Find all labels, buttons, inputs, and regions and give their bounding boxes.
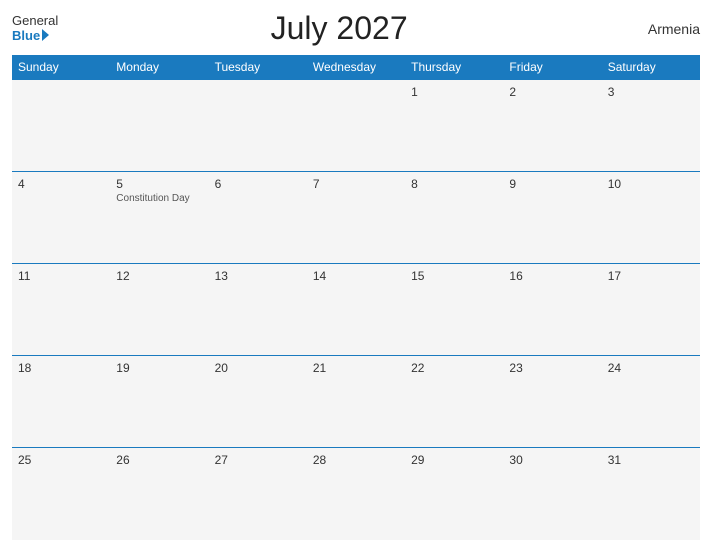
day-number: 24 — [608, 361, 694, 375]
calendar-cell: 26 — [110, 448, 208, 540]
header-monday: Monday — [110, 55, 208, 80]
logo: General Blue — [12, 14, 58, 43]
calendar-cell: 8 — [405, 172, 503, 264]
calendar-container: General Blue July 2027 Armenia Sunday Mo… — [0, 0, 712, 550]
day-number: 1 — [411, 85, 497, 99]
header-thursday: Thursday — [405, 55, 503, 80]
days-header-row: Sunday Monday Tuesday Wednesday Thursday… — [12, 55, 700, 80]
day-number: 16 — [509, 269, 595, 283]
day-number: 23 — [509, 361, 595, 375]
day-number: 13 — [215, 269, 301, 283]
calendar-cell: 27 — [209, 448, 307, 540]
header-friday: Friday — [503, 55, 601, 80]
calendar-week-2: 45 Constitution Day 6789 10 — [12, 172, 700, 264]
calendar-cell: 20 — [209, 356, 307, 448]
calendar-cell: 11 — [12, 264, 110, 356]
calendar-week-5: 25 26 27 28 29 30 31 — [12, 448, 700, 540]
calendar-cell: 19 — [110, 356, 208, 448]
day-number: 25 — [18, 453, 104, 467]
day-number: 30 — [509, 453, 595, 467]
calendar-table: Sunday Monday Tuesday Wednesday Thursday… — [12, 55, 700, 540]
calendar-cell: 18 — [12, 356, 110, 448]
calendar-cell: 12 — [110, 264, 208, 356]
day-number: 12 — [116, 269, 202, 283]
day-number: 28 — [313, 453, 399, 467]
day-number: 22 — [411, 361, 497, 375]
day-number: 14 — [313, 269, 399, 283]
calendar-cell: 7 — [307, 172, 405, 264]
day-number: 17 — [608, 269, 694, 283]
calendar-cell: 2 — [503, 80, 601, 172]
day-number: 15 — [411, 269, 497, 283]
day-number: 31 — [608, 453, 694, 467]
calendar-cell: 16 — [503, 264, 601, 356]
day-number: 5 — [116, 177, 202, 191]
calendar-week-3: 11 12 13 14 15 16 17 — [12, 264, 700, 356]
calendar-week-4: 18 19 20 21 22 23 24 — [12, 356, 700, 448]
calendar-cell: 10 — [602, 172, 700, 264]
logo-blue-text: Blue — [12, 29, 58, 43]
logo-blue-label: Blue — [12, 29, 40, 43]
header-saturday: Saturday — [602, 55, 700, 80]
calendar-cell — [12, 80, 110, 172]
calendar-cell: 17 — [602, 264, 700, 356]
header-tuesday: Tuesday — [209, 55, 307, 80]
day-number: 10 — [608, 177, 694, 191]
day-number: 4 — [18, 177, 104, 191]
calendar-cell: 6 — [209, 172, 307, 264]
day-number: 27 — [215, 453, 301, 467]
calendar-cell — [209, 80, 307, 172]
calendar-cell: 1 — [405, 80, 503, 172]
calendar-cell: 29 — [405, 448, 503, 540]
day-number: 18 — [18, 361, 104, 375]
day-number: 8 — [411, 177, 497, 191]
logo-general-text: General — [12, 14, 58, 28]
day-number: 26 — [116, 453, 202, 467]
day-number: 29 — [411, 453, 497, 467]
calendar-cell: 14 — [307, 264, 405, 356]
day-number: 11 — [18, 269, 104, 283]
calendar-cell — [110, 80, 208, 172]
day-number: 9 — [509, 177, 595, 191]
calendar-cell: 3 — [602, 80, 700, 172]
logo-triangle-icon — [42, 29, 49, 41]
calendar-cell: 22 — [405, 356, 503, 448]
calendar-cell: 21 — [307, 356, 405, 448]
calendar-cell: 15 — [405, 264, 503, 356]
calendar-cell: 4 — [12, 172, 110, 264]
country-label: Armenia — [620, 21, 700, 37]
day-number: 21 — [313, 361, 399, 375]
calendar-cell: 23 — [503, 356, 601, 448]
month-title: July 2027 — [58, 10, 620, 47]
calendar-cell: 5 Constitution Day — [110, 172, 208, 264]
day-number: 7 — [313, 177, 399, 191]
calendar-cell: 25 — [12, 448, 110, 540]
day-number: 6 — [215, 177, 301, 191]
day-number: 3 — [608, 85, 694, 99]
calendar-cell: 31 — [602, 448, 700, 540]
day-number: 19 — [116, 361, 202, 375]
calendar-week-1: 123 — [12, 80, 700, 172]
calendar-cell: 28 — [307, 448, 405, 540]
header-wednesday: Wednesday — [307, 55, 405, 80]
calendar-header: General Blue July 2027 Armenia — [12, 10, 700, 47]
calendar-cell: 9 — [503, 172, 601, 264]
calendar-cell: 30 — [503, 448, 601, 540]
day-number: 20 — [215, 361, 301, 375]
calendar-cell: 13 — [209, 264, 307, 356]
calendar-cell: 24 — [602, 356, 700, 448]
day-number: 2 — [509, 85, 595, 99]
header-sunday: Sunday — [12, 55, 110, 80]
holiday-label: Constitution Day — [116, 193, 202, 204]
calendar-cell — [307, 80, 405, 172]
